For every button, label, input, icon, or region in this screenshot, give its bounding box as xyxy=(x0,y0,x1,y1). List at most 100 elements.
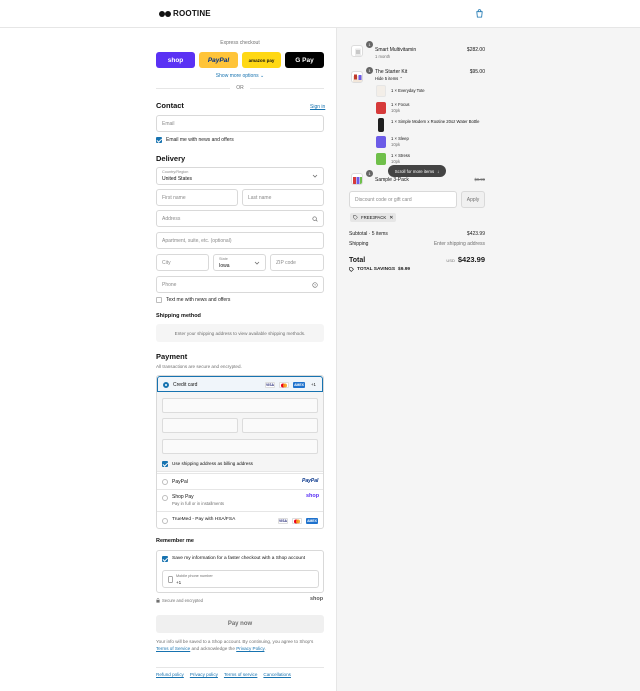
mobile-phone-field[interactable]: Mobile phone number +1 xyxy=(162,570,319,588)
multivitamin-image-icon xyxy=(355,48,361,56)
discount-code-field[interactable]: Discount code or gift card xyxy=(349,191,457,208)
city-placeholder: City xyxy=(162,260,171,266)
paypal-option[interactable]: PayPal PayPal xyxy=(157,473,323,489)
shop-pay-sub: Pay in full or in installments xyxy=(172,501,225,506)
apartment-field[interactable]: Apartment, suite, etc. (optional) xyxy=(156,232,324,249)
quantity-badge: 1 xyxy=(366,170,373,177)
save-info-label: Save my information for a faster checkou… xyxy=(172,556,306,561)
truemed-radio[interactable] xyxy=(162,518,168,524)
sample-pack-image-icon xyxy=(353,177,362,184)
scroll-hint-label: Scroll for more items xyxy=(394,168,435,174)
brand-name: ROOTINE xyxy=(173,9,211,18)
express-checkout-label: Express checkout xyxy=(220,40,260,46)
shop-logo: shop xyxy=(306,493,320,499)
legal-text-end: . xyxy=(264,646,266,651)
amazon-pay-button[interactable]: amazon pay xyxy=(242,52,281,68)
product-thumbnail xyxy=(351,45,363,57)
total-savings-value: $9.99 xyxy=(398,267,411,272)
or-separator: OR xyxy=(230,85,250,91)
country-select[interactable]: Country/Region United States xyxy=(156,167,324,185)
scroll-more-items-hint[interactable]: Scroll for more items ↓ xyxy=(388,165,446,177)
google-pay-button[interactable]: G Pay xyxy=(285,52,324,68)
show-more-options-link[interactable]: Show more options ⌄ xyxy=(156,73,324,79)
amex-logo-icon: AMEX xyxy=(293,382,305,388)
secure-encrypted-label: Secure and encrypted xyxy=(162,598,203,603)
kit-item-name: 1 × Simple Modern x Rootine 20oz Water B… xyxy=(391,119,480,124)
last-name-field[interactable]: Last name xyxy=(242,189,324,206)
remember-me-box: Save my information for a faster checkou… xyxy=(156,550,324,593)
address-field[interactable]: Address xyxy=(156,210,324,227)
quantity-badge: 1 xyxy=(366,41,373,48)
apply-discount-button[interactable]: Apply xyxy=(461,191,485,208)
shipping-method-title: Shipping method xyxy=(156,313,201,319)
cancellations-link[interactable]: Cancellations xyxy=(263,672,291,677)
terms-of-service-link[interactable]: Terms of Service xyxy=(156,646,190,651)
credit-card-option[interactable]: Credit card VISA AMEX +1 xyxy=(157,376,323,392)
total-row: Total USD $423.99 xyxy=(349,255,485,264)
last-name-placeholder: Last name xyxy=(248,195,272,201)
subtotal-value: $423.99 xyxy=(466,231,485,237)
currency-code: USD xyxy=(446,258,455,263)
visa-logo-icon: VISA xyxy=(265,382,275,388)
kit-item-size: 10pk xyxy=(391,142,401,147)
phone-field[interactable]: Phone ? xyxy=(156,276,324,293)
tag-icon xyxy=(353,215,358,220)
city-field[interactable]: City xyxy=(156,254,209,271)
first-name-field[interactable]: First name xyxy=(156,189,238,206)
chevron-up-icon: ⌃ xyxy=(399,76,403,81)
sign-in-link[interactable]: Sign in xyxy=(310,104,325,110)
shop-pay-button[interactable]: shop xyxy=(156,52,195,68)
tag-icon xyxy=(349,267,354,272)
text-offers-label: Text me with news and offers xyxy=(166,297,231,303)
zip-code-field[interactable]: ZIP code xyxy=(270,254,324,271)
subtotal-row: Subtotal · 5 items $423.99 xyxy=(349,231,485,237)
email-newsletter-checkbox[interactable] xyxy=(156,137,162,143)
country-label: Country/Region xyxy=(162,170,189,174)
credit-card-radio[interactable] xyxy=(163,382,169,388)
card-number-field[interactable] xyxy=(162,398,318,413)
shop-pay-option[interactable]: Shop Pay Pay in full or in installments … xyxy=(157,489,323,511)
item-original-price: $9.99 xyxy=(474,177,485,182)
paypal-radio[interactable] xyxy=(162,479,168,485)
discount-code-label: FREE3PACK xyxy=(361,215,387,220)
svg-text:?: ? xyxy=(314,283,316,287)
mobile-phone-value: +1 xyxy=(176,580,182,585)
paypal-button[interactable]: PayPal xyxy=(199,52,238,68)
water-bottle-image-icon xyxy=(378,118,384,132)
text-offers-checkbox[interactable] xyxy=(156,297,162,303)
item-price: $95.00 xyxy=(469,69,485,75)
card-expiration-field[interactable] xyxy=(162,418,238,433)
arrow-down-icon: ↓ xyxy=(437,168,440,174)
email-placeholder: Email xyxy=(162,121,175,127)
billing-address-checkbox[interactable] xyxy=(162,461,168,467)
item-variant: 1 month xyxy=(375,54,391,59)
shop-pay-radio[interactable] xyxy=(162,495,168,501)
card-name-field[interactable] xyxy=(162,439,318,454)
lock-icon xyxy=(156,598,160,603)
discount-placeholder: Discount code or gift card xyxy=(355,197,412,203)
privacy-policy-link[interactable]: Privacy Policy xyxy=(236,646,264,651)
privacy-policy-link[interactable]: Privacy policy xyxy=(190,672,218,677)
mastercard-logo-icon xyxy=(279,382,289,388)
state-select[interactable]: State Iowa xyxy=(213,254,266,271)
email-field[interactable]: Email xyxy=(156,115,324,132)
total-savings-label: TOTAL SAVINGS xyxy=(357,267,396,272)
shopping-bag-icon[interactable] xyxy=(475,9,484,18)
hide-items-toggle[interactable]: Hide 5 items ⌃ xyxy=(375,76,403,81)
kit-item-name: 1 × Sleep xyxy=(391,136,409,141)
quantity-badge: 1 xyxy=(366,67,373,74)
pay-now-button[interactable]: Pay now xyxy=(156,615,324,633)
save-info-checkbox[interactable] xyxy=(162,556,168,562)
product-thumbnail xyxy=(351,173,363,185)
close-icon[interactable]: ✕ xyxy=(389,215,393,221)
card-security-code-field[interactable] xyxy=(242,418,318,433)
truemed-option[interactable]: TrueMed - Pay with HSA/FSA VISA AMEX xyxy=(157,511,323,528)
remember-me-title: Remember me xyxy=(156,538,194,544)
total-value: $423.99 xyxy=(457,255,485,264)
brand-logo[interactable]: ROOTINE xyxy=(159,9,211,18)
help-icon[interactable]: ? xyxy=(312,282,318,288)
terms-of-service-link[interactable]: Terms of service xyxy=(224,672,257,677)
chevron-down-icon: ⌄ xyxy=(260,73,265,79)
refund-policy-link[interactable]: Refund policy xyxy=(156,672,184,677)
truemed-label: TrueMed - Pay with HSA/FSA xyxy=(172,517,236,522)
